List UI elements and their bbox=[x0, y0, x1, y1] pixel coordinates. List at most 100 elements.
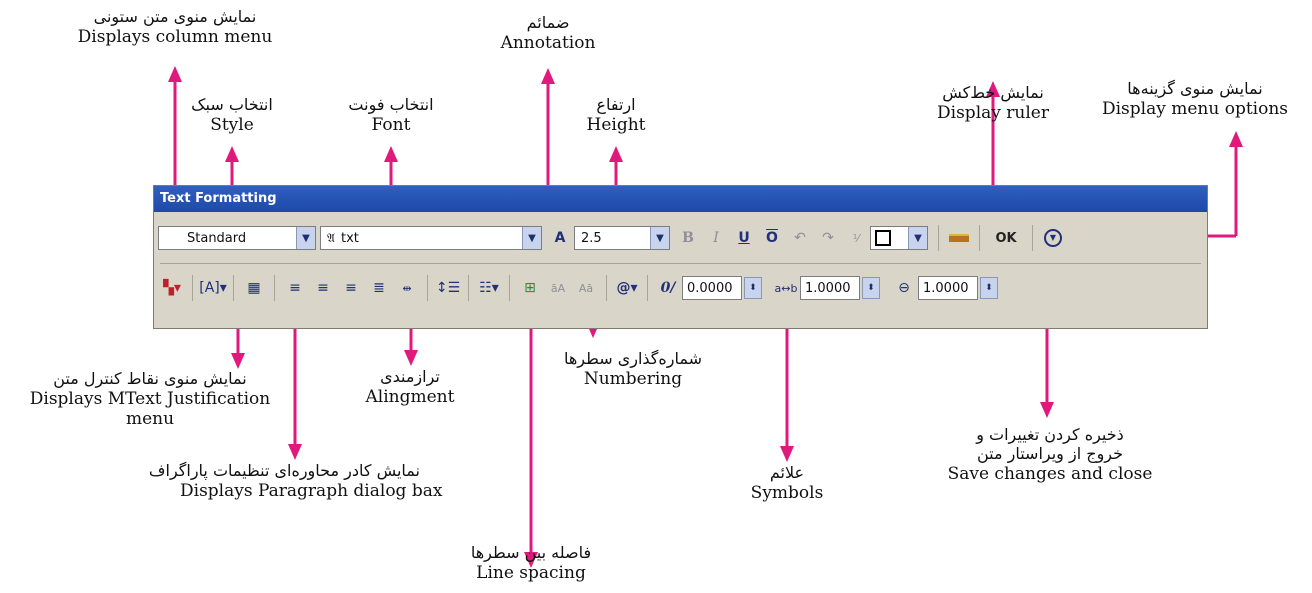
tracking-icon[interactable]: a↔b bbox=[772, 275, 800, 301]
stack-icon[interactable]: ⅟ bbox=[842, 225, 870, 251]
label-en: Font bbox=[371, 114, 411, 135]
label-fa: نمایش کادر محاوره‌ای تنظیمات پاراگراف bbox=[148, 461, 420, 480]
label-en: Numbering bbox=[583, 368, 683, 389]
label-fa: علائم bbox=[769, 463, 805, 482]
column-icon[interactable]: ▚▾ bbox=[158, 275, 186, 301]
label-en: Displays MText Justification bbox=[29, 388, 271, 409]
label-en: Display ruler bbox=[937, 102, 1049, 123]
separator bbox=[1032, 225, 1033, 251]
label-en: Display menu options bbox=[1101, 98, 1289, 119]
label-symbols: علائم Symbols bbox=[737, 463, 837, 503]
label-fa: فاصله بین سطرها bbox=[470, 543, 592, 562]
oblique-icon[interactable]: 0/ bbox=[654, 275, 682, 301]
separator bbox=[509, 275, 510, 301]
align-left-icon[interactable]: ≡ bbox=[281, 275, 309, 301]
label-en: Save changes and close bbox=[947, 463, 1153, 484]
tracking-input[interactable]: 1.0000 bbox=[800, 276, 860, 300]
label-fa: انتخاب فونت bbox=[348, 95, 434, 114]
label-en: Symbols bbox=[750, 482, 824, 503]
label-fa: ذخیره کردن تغییرات و bbox=[976, 425, 1124, 444]
options-icon[interactable]: ▼ bbox=[1039, 225, 1067, 251]
spinner-icon[interactable]: ⬍ bbox=[862, 277, 880, 299]
undo-icon[interactable]: ↶ bbox=[786, 225, 814, 251]
chevron-down-icon[interactable]: ▼ bbox=[522, 227, 541, 249]
height-value: 2.5 bbox=[581, 230, 602, 246]
justification-icon[interactable]: [A]▾ bbox=[199, 275, 227, 301]
symbol-icon[interactable]: @▾ bbox=[613, 275, 641, 301]
italic-icon[interactable]: I bbox=[702, 225, 730, 251]
uppercase-icon[interactable]: āA bbox=[544, 275, 572, 301]
label-annotation: ضمائم Annotation bbox=[488, 13, 608, 53]
label-en: Style bbox=[210, 114, 254, 135]
label-fa: شماره‌گذاری سطرها bbox=[563, 349, 703, 368]
underline-icon[interactable]: U bbox=[730, 225, 758, 251]
font-icon: 𝔄 bbox=[327, 230, 335, 245]
separator bbox=[647, 275, 648, 301]
separator bbox=[938, 225, 939, 251]
chevron-down-icon[interactable]: ▼ bbox=[296, 227, 315, 249]
redo-icon[interactable]: ↷ bbox=[814, 225, 842, 251]
label-line-spacing: فاصله بین سطرها Line spacing bbox=[446, 543, 616, 583]
annotative-icon[interactable]: A bbox=[546, 225, 574, 251]
height-dropdown[interactable]: 2.5 ▼ bbox=[574, 226, 670, 250]
label-paragraph: نمایش کادر محاوره‌ای تنظیمات پاراگراف Di… bbox=[148, 461, 443, 501]
color-swatch-icon bbox=[875, 230, 891, 246]
label-fa: انتخاب سبک bbox=[191, 95, 273, 114]
font-dropdown[interactable]: 𝔄 txt ▼ bbox=[320, 226, 542, 250]
spinner-icon[interactable]: ⬍ bbox=[980, 277, 998, 299]
distribute-icon[interactable]: ⇹ bbox=[393, 275, 421, 301]
separator bbox=[606, 275, 607, 301]
lowercase-icon[interactable]: Aā bbox=[572, 275, 600, 301]
width-input[interactable]: 1.0000 bbox=[918, 276, 978, 300]
label-style: انتخاب سبک Style bbox=[172, 95, 292, 135]
label-fa: ارتفاع bbox=[596, 95, 636, 114]
label-fa: ترازمندی bbox=[380, 367, 440, 386]
line-spacing-icon[interactable]: ↕☰ bbox=[434, 275, 462, 301]
text-formatting-toolbar: Text Formatting Standard ▼ 𝔄 txt ▼ A 2.5… bbox=[153, 185, 1208, 329]
ruler-icon[interactable] bbox=[945, 225, 973, 251]
overline-icon[interactable]: O bbox=[758, 225, 786, 251]
separator bbox=[233, 275, 234, 301]
ok-button[interactable]: OK bbox=[986, 225, 1026, 251]
label-save: ذخیره کردن تغییرات و خروج از ویراستار مت… bbox=[935, 425, 1165, 484]
insert-field-icon[interactable]: ⊞ bbox=[516, 275, 544, 301]
paragraph-icon[interactable]: ▦ bbox=[240, 275, 268, 301]
label-en: Alingment bbox=[365, 386, 455, 407]
label-alignment: ترازمندی Alingment bbox=[345, 367, 475, 407]
label-fa: نمایش منوی گزینه‌ها bbox=[1127, 79, 1263, 98]
style-value: Standard bbox=[187, 230, 247, 246]
label-en: Annotation bbox=[500, 32, 596, 53]
separator bbox=[192, 275, 193, 301]
color-dropdown[interactable]: ▼ bbox=[870, 226, 928, 250]
row-separator bbox=[160, 263, 1201, 264]
oblique-input[interactable]: 0.0000 bbox=[682, 276, 742, 300]
separator bbox=[427, 275, 428, 301]
bold-icon[interactable]: B bbox=[674, 225, 702, 251]
width-factor-icon[interactable]: ⊖ bbox=[890, 275, 918, 301]
label-en: Height bbox=[586, 114, 646, 135]
font-value: txt bbox=[340, 230, 359, 246]
toolbar-title: Text Formatting bbox=[154, 186, 1207, 212]
separator bbox=[468, 275, 469, 301]
numbering-icon[interactable]: ☷▾ bbox=[475, 275, 503, 301]
align-center-icon[interactable]: ≡ bbox=[309, 275, 337, 301]
label-fa: نمایش منوی متن ستونی bbox=[93, 7, 257, 26]
label-ruler: نمایش خط‌کش Display ruler bbox=[903, 83, 1083, 123]
style-dropdown[interactable]: Standard ▼ bbox=[158, 226, 316, 250]
spinner-icon[interactable]: ⬍ bbox=[744, 277, 762, 299]
chevron-down-icon[interactable]: ▼ bbox=[650, 227, 669, 249]
label-height: ارتفاع Height bbox=[556, 95, 676, 135]
label-column-menu: نمایش منوی متن ستونی Displays column men… bbox=[55, 7, 295, 47]
label-fa: خروج از ویراستار متن bbox=[976, 443, 1124, 463]
label-en: Line spacing bbox=[476, 562, 586, 583]
justify-icon[interactable]: ≣ bbox=[365, 275, 393, 301]
label-en: Displays Paragraph dialog bax bbox=[180, 480, 443, 501]
toolbar-row-1: Standard ▼ 𝔄 txt ▼ A 2.5 ▼ B I U O ↶ ↷ ⅟… bbox=[158, 220, 1203, 256]
label-numbering: شماره‌گذاری سطرها Numbering bbox=[538, 349, 728, 389]
label-fa: نمایش منوی نقاط کنترل متن bbox=[53, 369, 247, 388]
align-right-icon[interactable]: ≡ bbox=[337, 275, 365, 301]
chevron-down-icon[interactable]: ▼ bbox=[908, 227, 927, 249]
label-en: Displays column menu bbox=[77, 26, 273, 47]
label-menu-options: نمایش منوی گزینه‌ها Display menu options bbox=[1080, 79, 1310, 119]
label-fa: ضمائم bbox=[526, 13, 570, 32]
